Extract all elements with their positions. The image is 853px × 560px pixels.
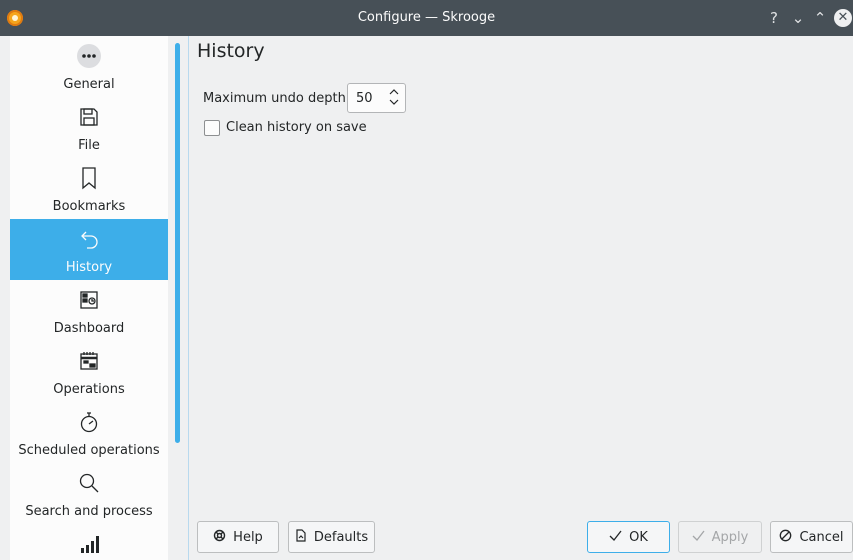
cancel-button[interactable]: Cancel [770,521,853,553]
ok-button-label: OK [629,529,648,545]
window-title: Configure — Skrooge [357,10,496,25]
calendar-icon [75,347,103,375]
help-button-label: Help [233,529,263,545]
checkmark-icon [692,530,705,544]
sidebar-item-label: General [63,77,115,92]
panel-divider [188,36,189,560]
sidebar-scrollbar-thumb[interactable] [175,43,180,443]
maximize-icon[interactable]: ⌃ [810,8,830,28]
search-icon [75,469,103,497]
sidebar-item-label: File [78,138,100,153]
sidebar-item-dashboard[interactable]: Dashboard [10,280,168,341]
dashboard-icon [75,286,103,314]
sidebar-item-label: Bookmarks [52,199,126,214]
defaults-button-label: Defaults [313,529,369,545]
sidebar-item-bookmarks[interactable]: Bookmarks [10,158,168,219]
page-title: History [197,40,265,62]
configure-dialog: Configure — Skrooge ? ⌄ ⌃ ✕ General File… [0,0,853,560]
bookmark-icon [75,164,103,192]
stopwatch-icon [75,408,103,436]
title-bar: Configure — Skrooge ? ⌄ ⌃ ✕ [0,0,853,36]
sidebar-item-file[interactable]: File [10,97,168,158]
ok-button[interactable]: OK [587,521,670,553]
sidebar-item-label: Scheduled operations [18,443,160,458]
clean-history-checkbox[interactable] [204,120,220,136]
undo-depth-label: Maximum undo depth: [203,91,351,106]
sidebar-item-history[interactable]: History [10,219,168,280]
sidebar-item-label: Dashboard [53,321,125,336]
close-icon[interactable]: ✕ [834,9,852,27]
help-icon[interactable]: ? [764,8,784,28]
sidebar-item-label: Operations [53,382,125,397]
apply-button-label: Apply [711,529,749,545]
document-revert-icon [295,529,307,545]
help-lifebuoy-icon [213,529,226,545]
minimize-icon[interactable]: ⌄ [788,8,808,28]
sidebar: General File Bookmarks History Dashboard [10,36,168,560]
spin-up-icon[interactable] [388,87,400,98]
clean-history-label[interactable]: Clean history on save [226,120,367,135]
sidebar-item-operations[interactable]: Operations [10,341,168,402]
sidebar-item-search-and-process[interactable]: Search and process [10,463,168,524]
undo-depth-spinbox[interactable]: 50 [347,83,406,113]
undo-arrow-icon [75,225,103,253]
undo-depth-value[interactable]: 50 [356,91,373,106]
sidebar-item-general[interactable]: General [10,36,168,97]
defaults-button[interactable]: Defaults [288,521,375,553]
more-dots-icon [75,42,103,70]
sidebar-item-reports[interactable] [10,524,168,560]
floppy-icon [75,103,103,131]
checkmark-icon [609,530,622,544]
bar-chart-icon [75,530,103,558]
help-button[interactable]: Help [197,521,279,553]
cancel-icon [779,529,792,545]
sidebar-item-scheduled-operations[interactable]: Scheduled operations [10,402,168,463]
spin-down-icon[interactable] [388,98,400,109]
sidebar-item-label: History [65,260,113,275]
sidebar-item-label: Search and process [25,504,153,519]
cancel-button-label: Cancel [799,529,844,545]
apply-button[interactable]: Apply [678,521,762,553]
